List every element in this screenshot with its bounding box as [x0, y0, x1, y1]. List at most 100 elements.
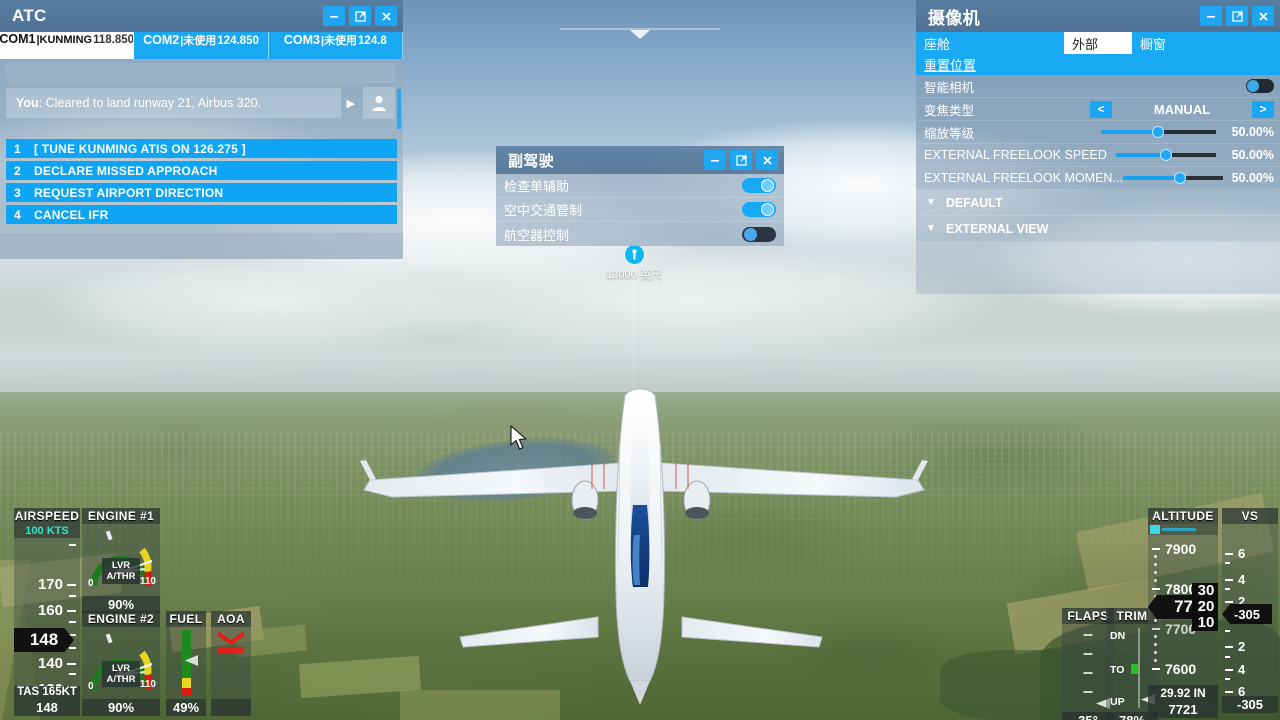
- atc-option-1[interactable]: 1 [ TUNE KUNMING ATIS ON 126.275 ]: [6, 139, 397, 158]
- freelook-momentum-label: EXTERNAL FREELOOK MOMEN...: [924, 171, 1123, 185]
- trim-scale-line: [1138, 628, 1140, 708]
- camera-row-freelook-speed[interactable]: EXTERNAL FREELOOK SPEED 50.00%: [916, 144, 1280, 167]
- popout-icon[interactable]: [730, 150, 752, 170]
- close-icon[interactable]: [375, 6, 397, 26]
- aoa-gauge: AOA: [211, 611, 251, 716]
- altitude-roll-20: 20: [1197, 598, 1215, 615]
- zoom-type-label: 变焦类型: [924, 103, 975, 118]
- com3-freq: 124.8: [358, 35, 387, 47]
- atc-message-log[interactable]: You: Cleared to land runway 21, Airbus 3…: [0, 59, 403, 135]
- atc-window[interactable]: ATC COM1 |KUNMING 118.850 COM2 |未使用 124.…: [0, 0, 403, 259]
- atc-option-3[interactable]: 3 REQUEST AIRPORT DIRECTION: [6, 183, 397, 202]
- altitude-preselect-bar: [1148, 524, 1218, 535]
- altitude-tick-7600: 7600: [1165, 661, 1197, 677]
- altitude-roll-30: 30: [1197, 583, 1215, 599]
- altitude-preselect-scale: [1162, 528, 1196, 531]
- camera-view-tabs: 座舱 外部 橱窗: [916, 32, 1280, 54]
- fuel-value: 49%: [166, 699, 206, 716]
- fuel-column: [181, 630, 191, 696]
- engine1-mode-line2: A/THR: [106, 571, 136, 582]
- popout-icon[interactable]: [1226, 6, 1248, 26]
- fuel-title: FUEL: [166, 611, 206, 627]
- freelook-speed-slider[interactable]: [1116, 149, 1216, 161]
- altitude-tick-7900: 7900: [1165, 541, 1197, 557]
- waypoint-marker[interactable]: 13000 英尺: [600, 245, 668, 282]
- airspeed-tas: TAS 165KT: [14, 686, 80, 699]
- atc-scrollbar[interactable]: [397, 89, 401, 129]
- atc-option-4[interactable]: 4 CANCEL IFR: [6, 205, 397, 224]
- copilot-label-aircraft-control: 航空器控制: [504, 227, 570, 243]
- vertical-speed-indicator: VS 6 4 2 2 4 6 -305 -305: [1222, 508, 1278, 713]
- camera-titlebar: 摄像机: [916, 0, 1280, 32]
- engine1-mode: LVR A/THR: [102, 558, 140, 584]
- chat-bubble-faded: [6, 63, 395, 83]
- camera-section-external-view[interactable]: ▼ EXTERNAL VIEW: [916, 216, 1280, 242]
- play-icon[interactable]: ▶: [347, 97, 355, 110]
- close-icon[interactable]: [1252, 6, 1274, 26]
- chevron-left-icon[interactable]: <: [1090, 100, 1112, 118]
- camera-reset-position-link[interactable]: 重置位置: [916, 54, 1280, 75]
- copilot-toggle-checklist[interactable]: [742, 178, 776, 193]
- com-tab-com1[interactable]: COM1 |KUNMING 118.850: [0, 32, 135, 59]
- minimize-icon[interactable]: [1200, 6, 1222, 26]
- copilot-title: 副驾驶: [508, 152, 554, 170]
- vs-current-readout: -305: [1222, 604, 1272, 624]
- aoa-title: AOA: [211, 611, 251, 627]
- zoom-level-slider[interactable]: [1101, 126, 1216, 138]
- waypoint-line: [633, 266, 634, 391]
- copilot-row-checklist[interactable]: 检查单辅助: [496, 174, 784, 198]
- copilot-window-controls: [704, 150, 778, 170]
- camera-tab-showcase[interactable]: 橱窗: [1132, 32, 1280, 54]
- chevron-right-icon[interactable]: >: [1252, 100, 1274, 118]
- minimize-icon[interactable]: [323, 6, 345, 26]
- chevron-down-icon: ▼: [926, 197, 936, 208]
- engine2-mode: LVR A/THR: [102, 661, 140, 687]
- minimize-icon[interactable]: [704, 150, 726, 170]
- com1-station: |KUNMING: [36, 34, 93, 46]
- copilot-toggle-aircraft-control[interactable]: [742, 226, 776, 242]
- aoa-chevron-icon: [218, 631, 244, 653]
- atc-option-2-number: 2: [14, 163, 21, 178]
- copilot-window[interactable]: 副驾驶 检查单辅助 空中交通管制 航空器控制: [496, 146, 784, 246]
- com3-station: |未使用: [320, 35, 358, 47]
- copilot-toggle-atc[interactable]: [742, 202, 776, 217]
- engine1-mode-line1: LVR: [111, 560, 131, 571]
- camera-window-controls: [1200, 6, 1274, 26]
- copilot-label-checklist: 检查单辅助: [504, 179, 570, 194]
- com-tab-com2[interactable]: COM2 |未使用 124.850: [134, 32, 269, 59]
- airspeed-indicator: AIRSPEED 100 KTS 170 160 150 140 130 120…: [14, 508, 80, 716]
- vs-tick-up-6: 6: [1238, 546, 1246, 561]
- trim-label-dn: DN: [1110, 630, 1126, 642]
- airspeed-current-readout: 148: [14, 628, 74, 652]
- camera-row-smart-camera[interactable]: 智能相机: [916, 75, 1280, 98]
- camera-tab-external[interactable]: 外部: [1064, 32, 1132, 54]
- atc-option-2[interactable]: 2 DECLARE MISSED APPROACH: [6, 161, 397, 180]
- camera-window[interactable]: 摄像机 座舱 外部 橱窗 重置位置 智能相机 变焦类型 < MANUAL > 缩…: [916, 0, 1280, 294]
- aoa-bar: [211, 627, 251, 699]
- avatar: [363, 87, 395, 119]
- airspeed-footer: 148: [14, 699, 80, 716]
- copilot-row-atc[interactable]: 空中交通管制: [496, 198, 784, 222]
- camera-section-default[interactable]: ▼ DEFAULT: [916, 190, 1280, 216]
- engine1-min: 0: [88, 578, 94, 589]
- freelook-momentum-value: 50.00%: [1231, 171, 1274, 185]
- copilot-row-aircraft-control[interactable]: 航空器控制: [496, 222, 784, 246]
- popout-icon[interactable]: [349, 6, 371, 26]
- camera-row-freelook-momentum[interactable]: EXTERNAL FREELOOK MOMEN... 50.00%: [916, 167, 1280, 190]
- com-tab-com3[interactable]: COM3 |未使用 124.8: [268, 32, 403, 59]
- vs-tick-down-6: 6: [1238, 684, 1246, 699]
- camera-row-zoom-level[interactable]: 缩放等级 50.00%: [916, 121, 1280, 144]
- freelook-momentum-slider[interactable]: [1122, 172, 1224, 184]
- waypoint-altitude-label: 13000 英尺: [606, 269, 662, 281]
- engine2-min: 0: [88, 681, 94, 692]
- smart-camera-toggle[interactable]: [1246, 79, 1274, 93]
- camera-row-zoom-type[interactable]: 变焦类型 < MANUAL >: [916, 98, 1280, 121]
- atc-title: ATC: [12, 6, 47, 25]
- camera-tab-cockpit[interactable]: 座舱: [916, 32, 1064, 54]
- vs-tick-down-2: 2: [1238, 639, 1246, 654]
- freelook-speed-label: EXTERNAL FREELOOK SPEED: [924, 148, 1107, 162]
- close-icon[interactable]: [756, 150, 778, 170]
- chat-bubble: You: Cleared to land runway 21, Airbus 3…: [6, 88, 341, 118]
- trim-to-marker: [1131, 664, 1138, 674]
- atc-window-controls: [323, 6, 397, 26]
